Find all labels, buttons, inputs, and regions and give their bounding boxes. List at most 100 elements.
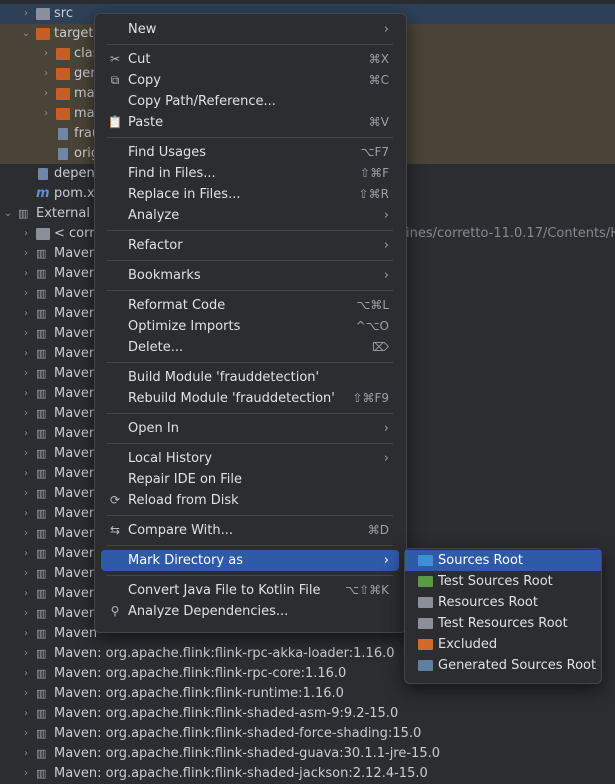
menu-separator [107, 362, 393, 363]
chevron-right-icon[interactable]: › [20, 384, 32, 404]
chevron-right-icon[interactable]: › [20, 484, 32, 504]
menu-item-convert-java-file-to-kotlin-file[interactable]: Convert Java File to Kotlin File ⌥⇧⌘K [101, 580, 399, 601]
chevron-right-icon[interactable]: › [20, 464, 32, 484]
chevron-right-icon[interactable]: › [20, 524, 32, 544]
chevron-right-icon[interactable]: › [40, 104, 52, 124]
submenu-arrow-icon: › [383, 451, 389, 466]
tree-row[interactable]: › ▥ Maven: org.apache.flink:flink-shaded-a… [0, 704, 615, 724]
chevron-right-icon[interactable]: › [20, 704, 32, 724]
menu-item-find-usages[interactable]: Find Usages ⌥F7 [101, 142, 399, 163]
chevron-right-icon[interactable]: › [20, 264, 32, 284]
tree-row[interactable]: › ▥ Maven: org.apache.flink:flink-runtime:… [0, 684, 615, 704]
menu-item-copy[interactable]: ⧉ Copy ⌘C [101, 70, 399, 91]
chevron-right-icon[interactable]: › [20, 724, 32, 744]
menu-item-copy-path-reference[interactable]: Copy Path/Reference... [101, 91, 399, 112]
library-icon: ▥ [36, 587, 47, 600]
submenu-item-test-resources-root[interactable]: Test Resources Root [405, 613, 601, 634]
menu-item-label: Repair IDE on File [128, 472, 243, 487]
menu-item-analyze[interactable]: Analyze › [101, 205, 399, 226]
tree-row[interactable]: › ▥ Maven: org.apache.flink:flink-shaded-f… [0, 724, 615, 744]
chevron-right-icon[interactable]: › [20, 684, 32, 704]
folder-icon [36, 228, 50, 240]
menu-item-analyze-dependencies[interactable]: ⚲ Analyze Dependencies... [101, 601, 399, 622]
tree-row-label: Maven [54, 546, 98, 561]
chevron-right-icon[interactable]: › [20, 404, 32, 424]
chevron-right-icon[interactable]: › [20, 744, 32, 764]
menu-item-cut[interactable]: ✂ Cut ⌘X [101, 49, 399, 70]
submenu-item-excluded[interactable]: Excluded [405, 634, 601, 655]
menu-item-local-history[interactable]: Local History › [101, 448, 399, 469]
menu-item-delete[interactable]: Delete... ⌦ [101, 337, 399, 358]
chevron-right-icon[interactable]: › [20, 584, 32, 604]
tree-row-label: Maven: org.apache.flink:flink-rpc-core:1… [54, 666, 347, 681]
chevron-right-icon[interactable]: › [20, 304, 32, 324]
chevron-right-icon[interactable]: › [20, 284, 32, 304]
test-resources-root-folder-icon [418, 618, 433, 629]
menu-item-label: Paste [128, 115, 164, 130]
submenu-item-test-sources-root[interactable]: Test Sources Root [405, 571, 601, 592]
chevron-right-icon[interactable]: › [20, 624, 32, 644]
chevron-right-icon[interactable]: › [20, 544, 32, 564]
excluded-folder-icon [418, 639, 433, 650]
library-icon: ▥ [36, 287, 47, 300]
menu-item-build-module-frauddetection[interactable]: Build Module 'frauddetection' [101, 367, 399, 388]
tree-row[interactable]: › ▥ Maven: org.apache.flink:flink-shaded-g… [0, 744, 615, 764]
chevron-right-icon[interactable]: › [20, 604, 32, 624]
chevron-right-icon[interactable]: › [20, 644, 32, 664]
menu-item-label: Refactor [128, 238, 183, 253]
menu-item-reformat-code[interactable]: Reformat Code ⌥⌘L [101, 295, 399, 316]
library-icon: ▥ [36, 567, 47, 580]
chevron-right-icon[interactable]: › [40, 64, 52, 84]
menu-item-mark-directory-as[interactable]: Mark Directory as › [101, 550, 399, 571]
menu-item-shortcut: ⌘V [368, 115, 389, 129]
chevron-right-icon[interactable]: › [20, 324, 32, 344]
menu-item-compare-with[interactable]: ⇆ Compare With... ⌘D [101, 520, 399, 541]
library-icon: ▥ [36, 727, 47, 740]
library-icon: ▥ [36, 707, 47, 720]
menu-item-shortcut: ⇧⌘F9 [352, 391, 389, 405]
chevron-right-icon[interactable]: › [20, 424, 32, 444]
chevron-right-icon[interactable]: › [20, 444, 32, 464]
menu-item-label: Convert Java File to Kotlin File [128, 583, 321, 598]
submenu-item-sources-root[interactable]: Sources Root [405, 550, 601, 571]
chevron-right-icon[interactable]: › [40, 84, 52, 104]
chevron-right-icon[interactable]: › [20, 4, 32, 24]
menu-item-refactor[interactable]: Refactor › [101, 235, 399, 256]
chevron-down-icon[interactable]: ⌄ [2, 204, 14, 224]
menu-item-label: Bookmarks [128, 268, 201, 283]
menu-item-label: Build Module 'frauddetection' [128, 370, 320, 385]
tree-row-label: Maven [54, 426, 98, 441]
chevron-right-icon[interactable]: › [20, 244, 32, 264]
chevron-right-icon[interactable]: › [20, 664, 32, 684]
submenu-item-resources-root[interactable]: Resources Root [405, 592, 601, 613]
chevron-right-icon[interactable]: › [20, 764, 32, 784]
tree-row[interactable]: › ▥ Maven: org.apache.flink:flink-shaded-j… [0, 764, 615, 784]
test-sources-root-folder-icon [418, 576, 433, 587]
menu-item-paste[interactable]: 📋 Paste ⌘V [101, 112, 399, 133]
menu-item-bookmarks[interactable]: Bookmarks › [101, 265, 399, 286]
mark-directory-submenu: Sources Root Test Sources Root Resources R… [404, 548, 602, 684]
chevron-right-icon[interactable]: › [40, 44, 52, 64]
menu-item-rebuild-module-frauddetection[interactable]: Rebuild Module 'frauddetection' ⇧⌘F9 [101, 388, 399, 409]
chevron-right-icon[interactable]: › [20, 344, 32, 364]
tree-row-label: target [54, 26, 94, 41]
library-icon: ▥ [36, 447, 47, 460]
menu-item-open-in[interactable]: Open In › [101, 418, 399, 439]
chevron-right-icon[interactable]: › [20, 564, 32, 584]
reload-from-disk-icon: ⟳ [109, 493, 121, 507]
submenu-item-generated-sources-root[interactable]: Generated Sources Root [405, 655, 601, 676]
tree-row-label: Maven: org.apache.flink:flink-shaded-asm… [54, 706, 399, 721]
chevron-right-icon[interactable]: › [20, 504, 32, 524]
submenu-item-label: Sources Root [438, 553, 524, 568]
menu-item-optimize-imports[interactable]: Optimize Imports ^⌥O [101, 316, 399, 337]
chevron-down-icon[interactable]: ⌄ [20, 24, 32, 44]
menu-item-reload-from-disk[interactable]: ⟳ Reload from Disk [101, 490, 399, 511]
menu-item-replace-in-files[interactable]: Replace in Files... ⇧⌘R [101, 184, 399, 205]
chevron-right-icon[interactable]: › [20, 224, 32, 244]
compare-with-icon: ⇆ [109, 523, 121, 537]
menu-item-new[interactable]: New › [101, 19, 399, 40]
menu-item-find-in-files[interactable]: Find in Files... ⇧⌘F [101, 163, 399, 184]
menu-item-repair-ide-on-file[interactable]: Repair IDE on File [101, 469, 399, 490]
chevron-right-icon[interactable]: › [20, 364, 32, 384]
library-icon: ▥ [18, 207, 29, 220]
